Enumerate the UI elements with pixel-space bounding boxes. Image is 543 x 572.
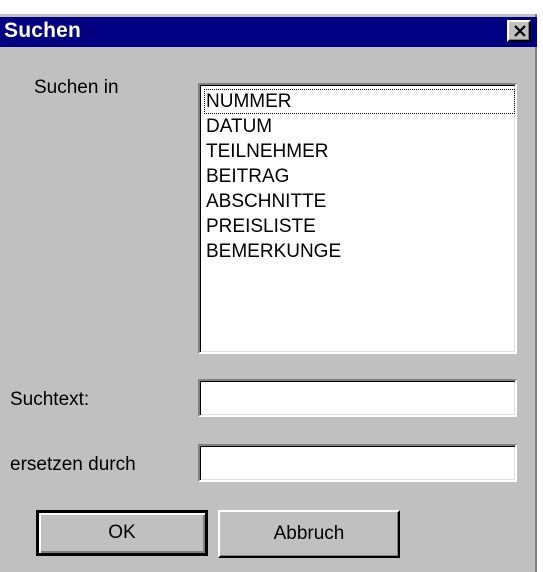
list-item[interactable]: TEILNEHMER (204, 139, 515, 164)
ersetzen-input[interactable] (198, 444, 517, 482)
close-button[interactable] (507, 20, 531, 42)
list-item[interactable]: BEMERKUNGE (204, 239, 515, 264)
list-item[interactable]: ABSCHNITTE (204, 189, 515, 214)
ersetzen-label: ersetzen durch (10, 454, 136, 475)
list-item[interactable]: DATUM (204, 114, 515, 139)
cancel-button[interactable]: Abbruch (218, 510, 400, 558)
title-bar[interactable]: Suchen (0, 17, 537, 47)
cropped-text-strip (0, 0, 543, 14)
suchtext-input[interactable] (198, 379, 517, 417)
list-item[interactable]: BEITRAG (204, 164, 515, 189)
close-icon (514, 25, 526, 37)
suchtext-label: Suchtext: (10, 389, 90, 410)
list-item[interactable]: PREISLISTE (204, 214, 515, 239)
search-dialog: Suchen Suchen in NUMMER DATUM TEILNEHMER BE… (0, 14, 537, 572)
dialog-title: Suchen (4, 19, 82, 42)
field-list: NUMMER DATUM TEILNEHMER BEITRAG ABSCHNITTE PR… (200, 85, 515, 264)
list-item[interactable]: NUMMER (204, 89, 515, 114)
search-in-listbox[interactable]: NUMMER DATUM TEILNEHMER BEITRAG ABSCHNITTE PR… (198, 83, 517, 354)
ok-button[interactable]: OK (36, 510, 208, 556)
search-in-label: Suchen in (34, 77, 119, 98)
